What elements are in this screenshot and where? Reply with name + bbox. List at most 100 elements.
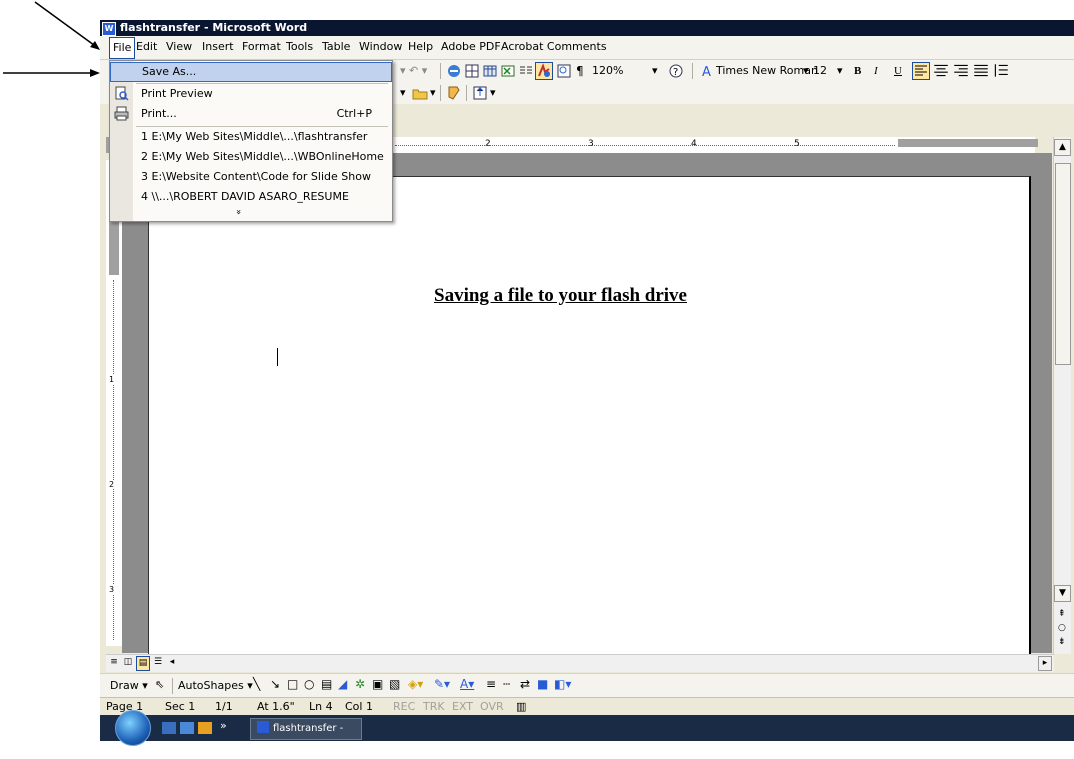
line-icon[interactable]: ╲ (253, 677, 260, 691)
status-rec[interactable]: REC (393, 700, 415, 713)
arrow-icon[interactable]: ↘ (270, 677, 280, 691)
horizontal-scrollbar[interactable]: ≡ ◫ ▤ ☰ ◂ ▸ (106, 654, 1054, 672)
line-spacing-icon[interactable] (992, 62, 1010, 80)
font-size-box[interactable]: 12 (813, 63, 827, 79)
wordart-icon[interactable]: ◢ (338, 677, 347, 691)
help-icon[interactable]: ? (668, 63, 684, 79)
draw-menu-button[interactable]: Draw ▾ (110, 679, 148, 692)
outline-view-icon[interactable]: ☰ (152, 656, 164, 669)
select-objects-icon[interactable]: ⇖ (155, 678, 164, 691)
font-size-dropdown-icon[interactable]: ▾ (837, 63, 843, 79)
font-name-dropdown-icon[interactable]: ▾ (803, 63, 809, 79)
scroll-thumb[interactable] (1055, 163, 1071, 365)
columns-icon[interactable] (518, 63, 534, 79)
status-trk[interactable]: TRK (423, 700, 445, 713)
document-map-icon[interactable] (556, 63, 572, 79)
insert-excel-icon[interactable] (500, 63, 516, 79)
recent-file-4[interactable]: 4 \\...\ROBERT DAVID ASARO_RESUME (110, 187, 392, 207)
normal-view-icon[interactable]: ≡ (108, 656, 120, 669)
document-page[interactable] (148, 176, 1031, 657)
scroll-left-button[interactable]: ◂ (166, 656, 178, 669)
recent-file-2[interactable]: 2 E:\My Web Sites\Middle\...\WBOnlineHom… (110, 147, 392, 167)
underline-button[interactable]: U (894, 63, 902, 79)
menu-acrobat-comments[interactable]: Acrobat Comments (498, 36, 610, 59)
bold-button[interactable]: B (854, 63, 861, 79)
undo-icon[interactable]: ▾ ↶ ▾ (400, 63, 427, 79)
font-color-icon[interactable]: A▾ (460, 677, 474, 691)
align-right-icon[interactable] (952, 62, 970, 80)
dash-style-icon[interactable]: ┄ (503, 677, 510, 691)
status-ovr[interactable]: OVR (480, 700, 504, 713)
line-style-icon[interactable]: ≡ (486, 677, 496, 691)
recent-file-3[interactable]: 3 E:\Website Content\Code for Slide Show (110, 167, 392, 187)
web-page-dropdown-icon[interactable]: ▾ (490, 85, 496, 101)
clip-art-icon[interactable]: ▣ (372, 677, 383, 691)
vertical-scrollbar[interactable]: ▲ ▼ ⇞ ○ ⇟ (1053, 137, 1071, 654)
oval-icon[interactable]: ○ (304, 677, 314, 691)
status-ext[interactable]: EXT (452, 700, 473, 713)
diagram-icon[interactable]: ✲ (355, 677, 365, 691)
select-browse-object-icon[interactable]: ○ (1058, 623, 1066, 633)
svg-text:?: ? (673, 67, 678, 78)
menu-item-label: 3 E:\Website Content\Code for Slide Show (141, 170, 371, 183)
menu-format[interactable]: Format (239, 36, 284, 59)
scroll-up-button[interactable]: ▲ (1054, 139, 1071, 156)
fill-color-icon[interactable]: ◈▾ (408, 677, 423, 691)
recent-file-1[interactable]: 1 E:\My Web Sites\Middle\...\flashtransf… (110, 127, 392, 147)
media-player-icon[interactable] (198, 722, 212, 734)
toolbar-separator (692, 63, 693, 79)
document-heading[interactable]: Saving a file to your flash drive (434, 285, 687, 307)
quick-launch-chevron-icon[interactable]: » (220, 719, 227, 732)
menu-edit[interactable]: Edit (133, 36, 160, 59)
styles-icon[interactable]: A (700, 63, 716, 79)
scroll-right-button[interactable]: ▸ (1038, 656, 1052, 671)
hyperlink-icon[interactable] (446, 63, 462, 79)
menu-window[interactable]: Window (356, 36, 405, 59)
show-formatting-icon[interactable]: ¶ (576, 63, 584, 79)
folder-icon[interactable] (412, 85, 428, 101)
insert-picture-icon[interactable]: ▧ (389, 677, 400, 691)
spelling-status-icon[interactable]: ▥ (516, 700, 526, 713)
folder-dropdown-icon[interactable]: ▾ (430, 85, 436, 101)
text-box-icon[interactable]: ▤ (321, 677, 332, 691)
3d-style-icon[interactable]: ◧▾ (554, 677, 571, 691)
scroll-down-button[interactable]: ▼ (1054, 585, 1071, 602)
web-page-icon[interactable] (472, 85, 488, 101)
word-app-icon[interactable]: W (102, 22, 116, 36)
previous-page-icon[interactable]: ⇞ (1058, 609, 1066, 619)
align-left-icon[interactable] (912, 62, 930, 80)
zoom-box[interactable]: 120% (592, 63, 623, 79)
menu-help[interactable]: Help (405, 36, 436, 59)
justify-icon[interactable] (972, 62, 990, 80)
arrow-style-icon[interactable]: ⇄ (520, 677, 530, 691)
menu-adobe-pdf[interactable]: Adobe PDF (438, 36, 504, 59)
menu-item-save-as[interactable]: Save As... (110, 62, 392, 82)
menu-view[interactable]: View (163, 36, 195, 59)
menu-item-print[interactable]: Print... Ctrl+P (110, 104, 392, 124)
autoshapes-label: AutoShapes (178, 679, 244, 692)
next-page-icon[interactable]: ⇟ (1058, 637, 1066, 647)
autoshapes-menu-button[interactable]: AutoShapes ▾ (178, 679, 253, 692)
align-center-icon[interactable] (932, 62, 950, 80)
drawing-icon[interactable] (535, 62, 553, 80)
web-layout-view-icon[interactable]: ◫ (122, 656, 134, 669)
rectangle-icon[interactable]: □ (287, 677, 298, 691)
bookmark-icon[interactable] (446, 85, 462, 101)
insert-table-icon[interactable] (482, 63, 498, 79)
menu-insert[interactable]: Insert (199, 36, 237, 59)
toolbar-dropdown-icon[interactable]: ▾ (400, 85, 406, 101)
line-color-icon[interactable]: ✎▾ (434, 677, 450, 691)
quick-launch-icon[interactable] (180, 722, 194, 734)
italic-button[interactable]: I (874, 63, 878, 79)
menu-tools[interactable]: Tools (283, 36, 316, 59)
menu-file[interactable]: File (109, 37, 136, 59)
print-layout-view-icon[interactable]: ▤ (136, 656, 150, 671)
shadow-style-icon[interactable]: ■ (537, 677, 548, 691)
expand-menu-icon[interactable]: » (233, 209, 243, 215)
taskbar-word-button[interactable]: flashtransfer - Micro... (250, 718, 362, 754)
tables-borders-icon[interactable] (464, 63, 480, 79)
show-desktop-icon[interactable] (162, 722, 176, 734)
menu-item-print-preview[interactable]: Print Preview (110, 84, 392, 104)
zoom-dropdown-icon[interactable]: ▾ (652, 63, 658, 79)
menu-table[interactable]: Table (319, 36, 353, 59)
